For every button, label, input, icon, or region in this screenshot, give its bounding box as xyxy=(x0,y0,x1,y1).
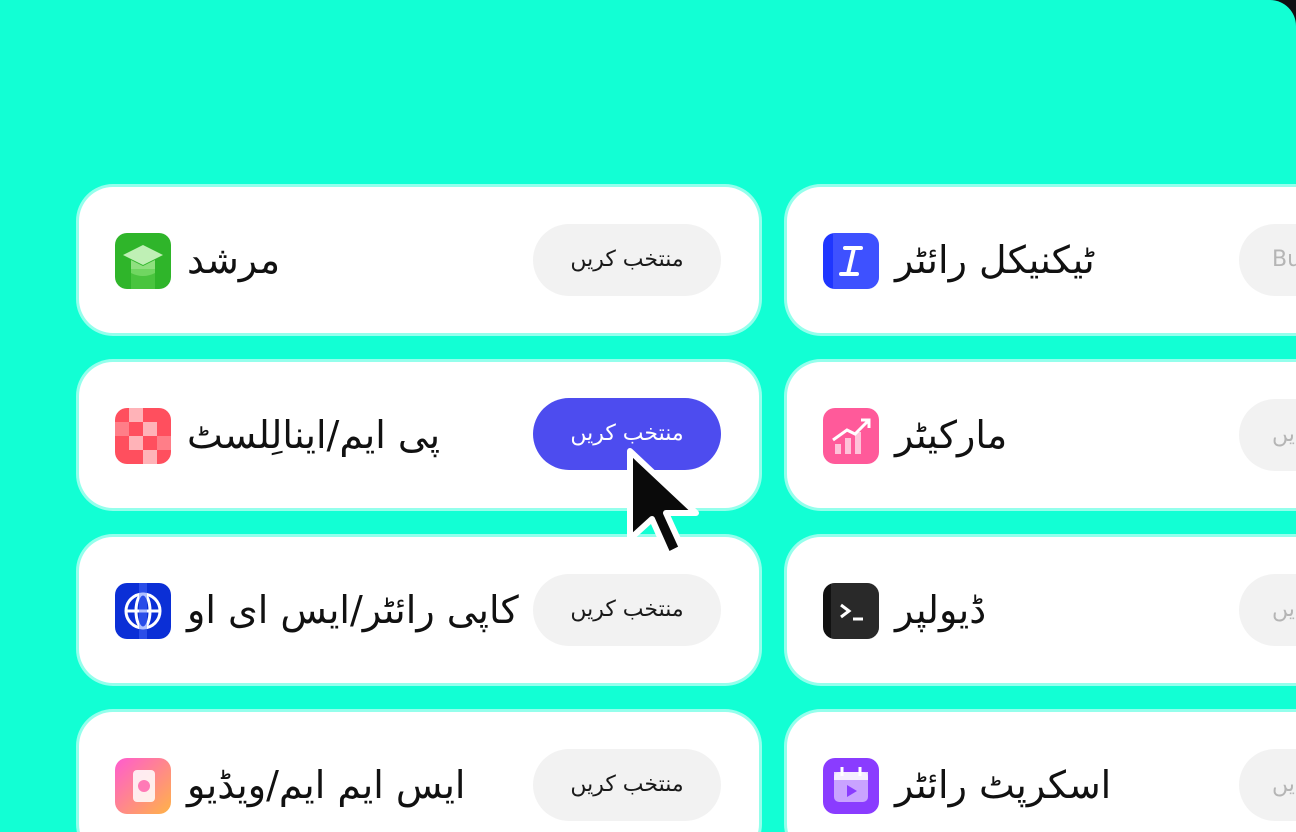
pixel-pattern-icon xyxy=(115,408,171,464)
terminal-icon xyxy=(823,583,879,639)
select-button[interactable]: یں xyxy=(1239,574,1296,646)
role-name: پی ایم/اینالِلسٹ xyxy=(187,413,441,457)
role-name: مرشد xyxy=(187,238,281,282)
graduation-cap-icon xyxy=(115,233,171,289)
italic-text-icon xyxy=(823,233,879,289)
select-button[interactable]: منتخب کریں xyxy=(533,224,721,296)
select-button[interactable]: Bu xyxy=(1239,224,1296,296)
social-video-icon xyxy=(115,758,171,814)
select-button[interactable]: منتخب کریں xyxy=(533,574,721,646)
role-name: ٹیکنیکل رائٹر xyxy=(895,238,1095,282)
mouse-pointer-icon xyxy=(627,448,699,558)
role-card-marketer[interactable]: مارکیٹر یں xyxy=(787,362,1296,508)
select-button[interactable]: یں xyxy=(1239,399,1296,471)
select-button[interactable]: یں xyxy=(1239,749,1296,821)
select-button[interactable]: منتخب کریں xyxy=(533,749,721,821)
globe-icon xyxy=(115,583,171,639)
role-name: ڈیولپر xyxy=(895,588,987,632)
role-card-smm-video[interactable]: ایس ایم ایم/ویڈیو منتخب کریں xyxy=(79,712,759,832)
role-name: کاپی رائٹر/ایس ای او xyxy=(187,588,519,632)
role-card-script-writer[interactable]: اسکرپٹ رائٹر یں xyxy=(787,712,1296,832)
calendar-play-icon xyxy=(823,758,879,814)
role-selection-screen: مرشد منتخب کریں پی ایم/اینالِلسٹ منتخب ک… xyxy=(0,0,1296,832)
role-card-technical-writer[interactable]: ٹیکنیکل رائٹر Bu xyxy=(787,187,1296,333)
role-card-developer[interactable]: ڈیولپر یں xyxy=(787,537,1296,683)
role-name: مارکیٹر xyxy=(895,413,1008,457)
growth-chart-icon xyxy=(823,408,879,464)
role-name: ایس ایم ایم/ویڈیو xyxy=(187,763,466,807)
role-name: اسکرپٹ رائٹر xyxy=(895,763,1112,807)
role-card-mentor[interactable]: مرشد منتخب کریں xyxy=(79,187,759,333)
